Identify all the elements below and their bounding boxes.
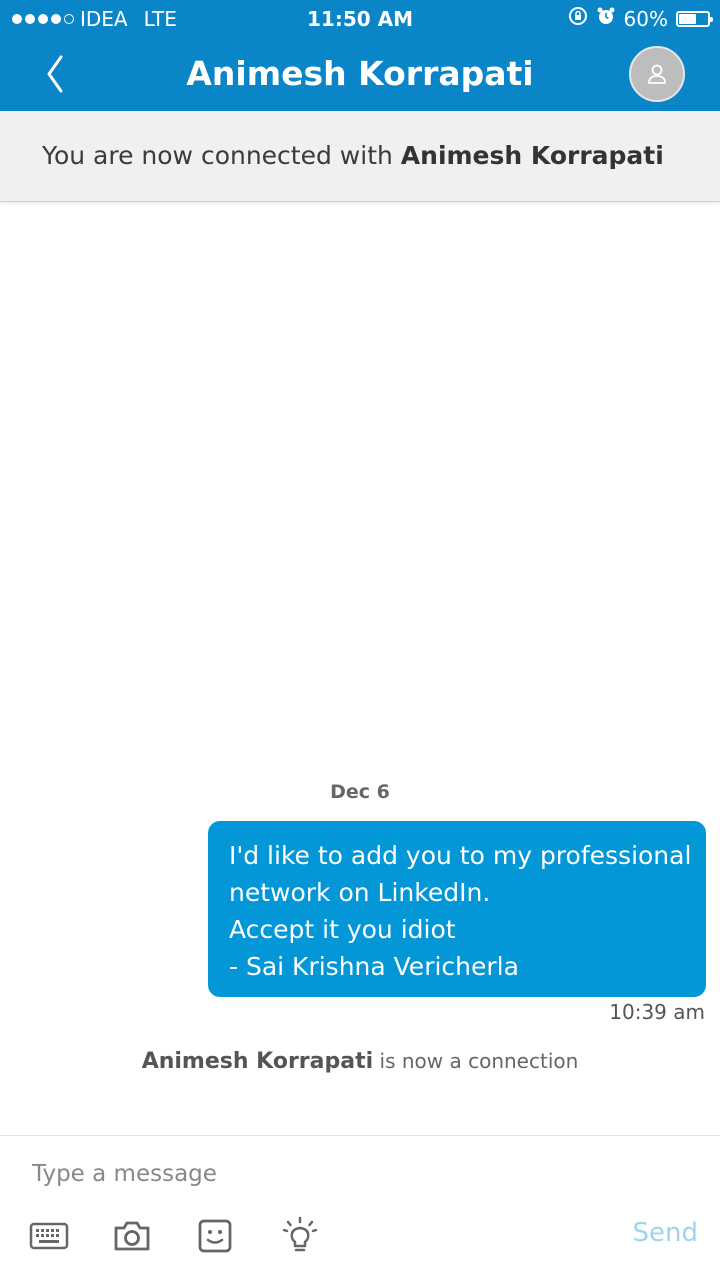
banner-prefix: You are now connected with [42, 141, 401, 170]
connection-banner-text: You are now connected with Animesh Korra… [42, 141, 664, 170]
connection-contact-name: Animesh Korrapati [141, 1049, 374, 1074]
rotation-lock-icon [568, 6, 588, 31]
emoji-button[interactable] [195, 1216, 235, 1256]
connection-banner: You are now connected with Animesh Korra… [0, 111, 720, 202]
conversation-title: Animesh Korrapati [186, 54, 534, 93]
banner-contact-name: Animesh Korrapati [400, 141, 664, 170]
top-bar: IDEA LTE 11:50 AM 60% Animesh Korrapati [0, 0, 720, 111]
status-bar: IDEA LTE 11:50 AM 60% [0, 0, 720, 38]
battery-percent: 60% [623, 6, 668, 31]
profile-avatar-button[interactable] [629, 46, 685, 102]
composer-divider [0, 1135, 720, 1136]
message-bubble[interactable]: I'd like to add you to my professional n… [208, 821, 706, 997]
keyboard-button[interactable] [29, 1216, 69, 1256]
alarm-icon [596, 6, 616, 31]
person-icon [648, 64, 666, 84]
lightbulb-icon [282, 1216, 318, 1252]
emoji-icon [198, 1219, 232, 1253]
battery-icon [676, 10, 713, 27]
message-line: Accept it you idiot [229, 915, 456, 944]
connection-system-message: Animesh Korrapati is now a connection [0, 1049, 720, 1074]
camera-icon [114, 1221, 150, 1251]
suggestions-button[interactable] [280, 1216, 320, 1256]
connection-note-suffix: is now a connection [373, 1049, 579, 1073]
camera-button[interactable] [112, 1216, 152, 1256]
keyboard-icon [29, 1222, 69, 1250]
send-button[interactable]: Send [633, 1218, 698, 1248]
message-line: network on LinkedIn. [229, 878, 491, 907]
message-line: I'd like to add you to my professional [229, 841, 692, 870]
message-timestamp: 10:39 am [609, 1000, 705, 1024]
message-input[interactable] [32, 1156, 592, 1192]
date-separator: Dec 6 [330, 781, 390, 803]
message-line: - Sai Krishna Vericherla [229, 952, 519, 981]
